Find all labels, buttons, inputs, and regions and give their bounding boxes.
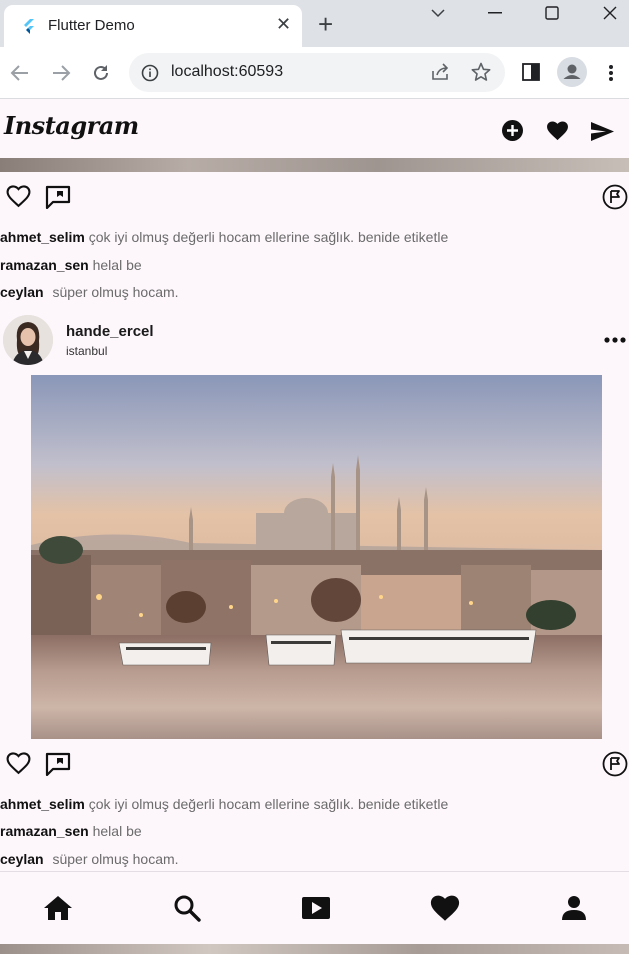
tab-title: Flutter Demo (48, 17, 135, 34)
post-username[interactable]: hande_ercel (66, 323, 154, 340)
app-bar: Instagram (0, 100, 629, 158)
comment-text: süper olmuş hocam. (52, 284, 179, 300)
comment-user[interactable]: ceylan (0, 284, 44, 300)
person-icon (562, 896, 586, 920)
home-icon (44, 896, 72, 920)
comment-user[interactable]: ramazan_sen (0, 823, 89, 839)
comment-line: ceylan süper olmuş hocam. (0, 284, 179, 300)
forward-icon[interactable] (51, 64, 71, 82)
back-icon[interactable] (10, 64, 30, 82)
profile-avatar[interactable] (557, 57, 587, 87)
close-window-icon[interactable] (603, 6, 617, 20)
heart-outline-icon[interactable] (6, 185, 31, 208)
post-location[interactable]: istanbul (66, 344, 107, 358)
tab-close-icon[interactable]: ✕ (276, 15, 291, 33)
comment-user[interactable]: ahmet_selim (0, 796, 85, 812)
comment-user[interactable]: ramazan_sen (0, 257, 89, 273)
minimize-icon[interactable] (488, 12, 502, 14)
new-tab-icon[interactable]: + (318, 11, 333, 37)
nav-activity[interactable] (425, 888, 465, 928)
instagram-logo: Instagram (4, 111, 139, 140)
video-icon (302, 897, 330, 919)
nav-search[interactable] (167, 888, 207, 928)
reload-icon[interactable] (91, 63, 111, 83)
next-post-image (0, 944, 629, 954)
browser-tab[interactable]: Flutter Demo ✕ (4, 5, 302, 47)
avatar[interactable] (3, 315, 53, 365)
bookmark-star-icon[interactable] (471, 62, 491, 82)
comment-line: ahmet_selim çok iyi olmuş değerli hocam … (0, 796, 448, 812)
heart-icon[interactable] (546, 121, 569, 141)
comment-text: süper olmuş hocam. (52, 851, 179, 867)
person-icon (563, 64, 581, 79)
nav-profile[interactable] (554, 888, 594, 928)
address-bar[interactable]: localhost:60593 (129, 53, 505, 92)
comment-line: ramazan_sen helal be (0, 257, 142, 273)
side-panel-icon[interactable] (522, 63, 540, 81)
more-options-icon[interactable] (604, 337, 626, 343)
browser-tab-bar: Flutter Demo ✕ + (0, 0, 629, 47)
comment-icon[interactable] (45, 752, 71, 776)
menu-dots-icon[interactable] (608, 64, 614, 82)
comment-line: ceylan süper olmuş hocam. (0, 851, 179, 867)
search-icon (174, 895, 201, 922)
url-text: localhost:60593 (171, 63, 284, 80)
comment-text: helal be (92, 823, 142, 839)
flutter-icon (24, 19, 34, 34)
comment-text: helal be (92, 257, 142, 273)
report-icon[interactable] (602, 184, 628, 210)
bottom-navigation (0, 871, 629, 944)
comment-text: çok iyi olmuş değerli hocam ellerine sağ… (88, 796, 449, 812)
nav-home[interactable] (38, 888, 78, 928)
comment-line: ahmet_selim çok iyi olmuş değerli hocam … (0, 229, 448, 245)
report-icon[interactable] (602, 751, 628, 777)
comment-text: çok iyi olmuş değerli hocam ellerine sağ… (88, 229, 449, 245)
add-circle-icon[interactable] (502, 120, 523, 141)
post-image[interactable] (31, 375, 602, 739)
previous-post-image (0, 158, 629, 172)
site-info-icon[interactable] (141, 64, 159, 82)
heart-icon (430, 895, 460, 921)
comment-user[interactable]: ceylan (0, 851, 44, 867)
nav-video[interactable] (296, 888, 336, 928)
tab-search-chevron-icon[interactable] (431, 8, 445, 18)
comment-user[interactable]: ahmet_selim (0, 229, 85, 245)
send-icon[interactable] (591, 122, 614, 141)
comment-icon[interactable] (45, 185, 71, 209)
maximize-icon[interactable] (545, 6, 559, 20)
comment-line: ramazan_sen helal be (0, 823, 142, 839)
heart-outline-icon[interactable] (6, 752, 31, 775)
browser-toolbar: localhost:60593 (0, 47, 629, 99)
profile-photo (3, 315, 53, 365)
share-icon[interactable] (431, 63, 451, 81)
